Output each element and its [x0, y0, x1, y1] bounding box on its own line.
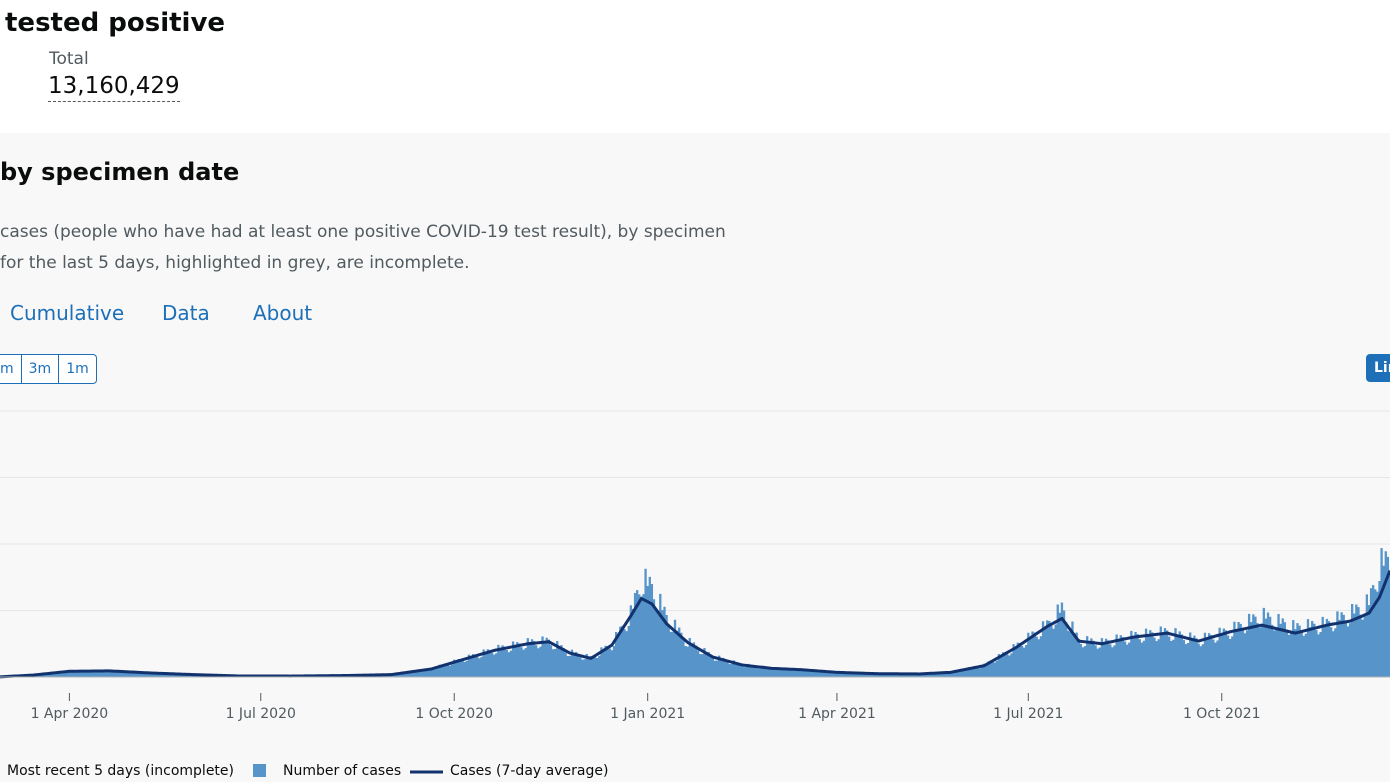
legend-bars-label: Number of cases — [283, 763, 402, 779]
x-tick-label: 1 Jul 2021 — [993, 706, 1063, 722]
x-tick-label: 1 Apr 2020 — [31, 706, 109, 722]
legend-line-swatch — [410, 770, 443, 774]
x-tick-label: 1 Oct 2021 — [1183, 706, 1261, 722]
total-value[interactable]: 13,160,429 — [48, 73, 180, 102]
chart-card: by specimen date cases (people who have … — [0, 133, 1390, 782]
x-tick-label: 1 Apr 2021 — [798, 706, 876, 722]
x-tick-label: 1 Jan 2021 — [610, 706, 685, 722]
summary-header: tested positive Total 13,160,429 — [0, 0, 1390, 133]
total-label: Total — [49, 49, 89, 69]
page-title: tested positive — [5, 8, 226, 38]
legend-bars-swatch — [253, 764, 266, 777]
legend-incomplete-swatch — [0, 763, 4, 779]
x-tick-label: 1 Oct 2020 — [415, 706, 493, 722]
cases-chart: 1 Apr 2020 1 Jul 2020 1 Oct 2020 1 Jan 2021… — [0, 410, 1390, 722]
legend-incomplete-label: Most recent 5 days (incomplete) — [7, 763, 234, 779]
x-tick-label: 1 Jul 2020 — [226, 706, 296, 722]
legend-line-label: Cases (7-day average) — [450, 763, 609, 779]
cases-bars — [0, 548, 1390, 677]
